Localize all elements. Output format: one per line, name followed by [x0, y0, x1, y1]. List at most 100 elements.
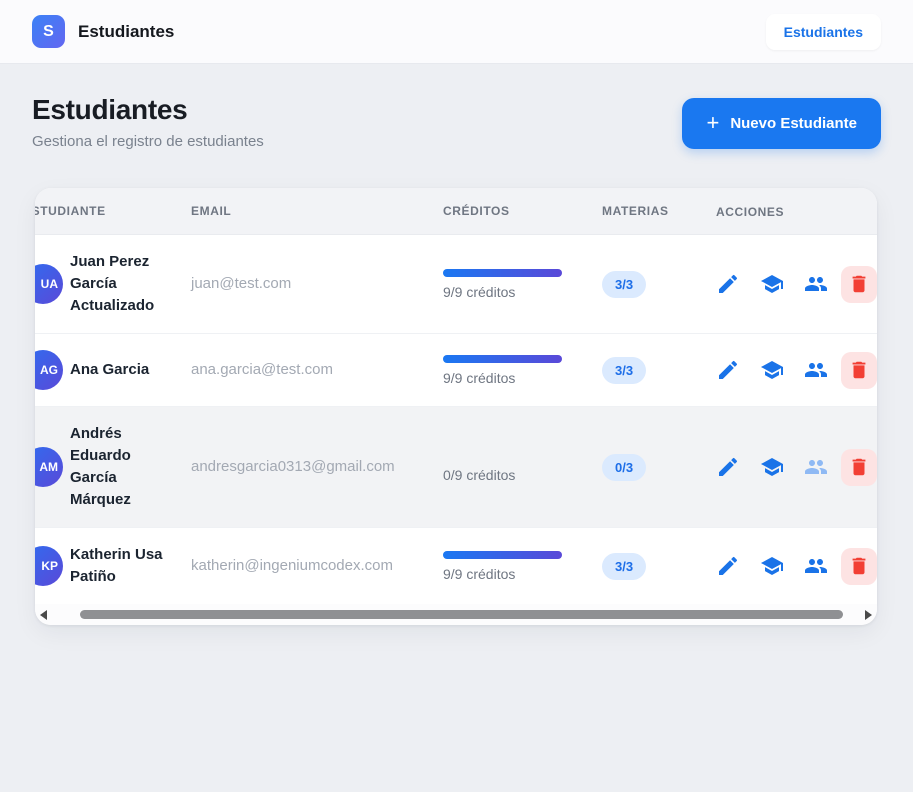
subjects-badge: 3/3	[602, 271, 646, 298]
groups-button[interactable]	[804, 272, 828, 296]
student-name: Ana Garcia	[70, 359, 181, 381]
edit-button[interactable]	[716, 272, 740, 296]
people-icon	[804, 554, 828, 578]
app-logo: S	[32, 15, 65, 48]
graduation-cap-icon	[760, 455, 784, 479]
email-cell: juan@test.com	[191, 275, 443, 293]
edit-button[interactable]	[716, 455, 740, 479]
groups-button[interactable]	[804, 455, 828, 479]
subjects-button[interactable]	[760, 272, 784, 296]
horizontal-scrollbar[interactable]	[35, 604, 877, 625]
plus-icon: +	[706, 112, 719, 134]
actions-cell	[708, 266, 877, 303]
subjects-cell: 0/3	[602, 454, 708, 481]
table-row: AG Ana Garcia ana.garcia@test.com 9/9 cr…	[35, 334, 877, 407]
email-cell: ana.garcia@test.com	[191, 361, 443, 379]
pencil-icon	[716, 455, 740, 479]
groups-button[interactable]	[804, 554, 828, 578]
edit-button[interactable]	[716, 554, 740, 578]
credits-cell: 9/9 créditos	[443, 355, 602, 386]
app-header: S Estudiantes Estudiantes	[0, 0, 913, 64]
delete-button[interactable]	[841, 352, 877, 389]
subjects-button[interactable]	[760, 455, 784, 479]
actions-cell	[708, 352, 877, 389]
nav-link-estudiantes[interactable]: Estudiantes	[766, 14, 881, 50]
column-header-actions: ACCIONES	[708, 188, 877, 234]
student-email: katherin@ingeniumcodex.com	[191, 557, 393, 574]
student-name: Juan Perez García Actualizado	[70, 251, 181, 317]
credits-label: 0/9 créditos	[443, 467, 602, 483]
groups-button[interactable]	[804, 358, 828, 382]
scroll-left-arrow-icon[interactable]	[40, 610, 47, 620]
student-name: Andrés Eduardo García Márquez	[70, 423, 181, 511]
pencil-icon	[716, 358, 740, 382]
app-title: Estudiantes	[78, 22, 174, 42]
avatar: AM	[35, 447, 63, 487]
email-cell: andresgarcia0313@gmail.com	[191, 458, 443, 476]
student-email: juan@test.com	[191, 275, 291, 292]
graduation-cap-icon	[760, 272, 784, 296]
scrollbar-thumb[interactable]	[80, 610, 843, 619]
student-cell: AM Andrés Eduardo García Márquez	[35, 407, 191, 527]
graduation-cap-icon	[760, 358, 784, 382]
credits-progress-track	[443, 355, 562, 363]
column-header-credits: CRÉDITOS	[443, 188, 602, 234]
students-table-card: ESTUDIANTE EMAIL CRÉDITOS MATERIAS ACCIO…	[35, 188, 877, 625]
subjects-cell: 3/3	[602, 357, 708, 384]
student-cell: UA Juan Perez García Actualizado	[35, 235, 191, 333]
new-student-button-label: Nuevo Estudiante	[730, 115, 857, 132]
email-cell: katherin@ingeniumcodex.com	[191, 557, 443, 575]
new-student-button[interactable]: + Nuevo Estudiante	[682, 98, 881, 149]
credits-label: 9/9 créditos	[443, 284, 602, 300]
subjects-badge: 3/3	[602, 553, 646, 580]
graduation-cap-icon	[760, 554, 784, 578]
people-icon	[804, 272, 828, 296]
student-cell: AG Ana Garcia	[35, 334, 191, 406]
credits-cell: 9/9 créditos	[443, 551, 602, 582]
credits-progress-bar	[443, 355, 562, 363]
table-scroll-content: ESTUDIANTE EMAIL CRÉDITOS MATERIAS ACCIO…	[35, 188, 877, 604]
brand: S Estudiantes	[32, 15, 174, 48]
scroll-right-arrow-icon[interactable]	[865, 610, 872, 620]
page-heading-block: Estudiantes Gestiona el registro de estu…	[32, 94, 264, 150]
subjects-cell: 3/3	[602, 271, 708, 298]
delete-button[interactable]	[841, 266, 877, 303]
table-scroll-viewport: ESTUDIANTE EMAIL CRÉDITOS MATERIAS ACCIO…	[35, 188, 877, 604]
subjects-badge: 3/3	[602, 357, 646, 384]
subjects-button[interactable]	[760, 358, 784, 382]
subjects-badge: 0/3	[602, 454, 646, 481]
edit-button[interactable]	[716, 358, 740, 382]
actions-cell	[708, 548, 877, 585]
table-row: KP Katherin Usa Patiño katherin@ingenium…	[35, 528, 877, 604]
avatar: AG	[35, 350, 63, 390]
column-header-email: EMAIL	[191, 188, 443, 234]
delete-button[interactable]	[841, 449, 877, 486]
credits-progress-track	[443, 551, 562, 559]
trash-icon	[848, 273, 870, 295]
page-title: Estudiantes	[32, 94, 264, 126]
page-head: Estudiantes Gestiona el registro de estu…	[32, 94, 881, 150]
people-icon	[804, 455, 828, 479]
credits-progress-bar	[443, 269, 562, 277]
table-row: UA Juan Perez García Actualizado juan@te…	[35, 235, 877, 334]
student-email: ana.garcia@test.com	[191, 361, 333, 378]
actions-cell	[708, 449, 877, 486]
column-header-student: ESTUDIANTE	[35, 188, 191, 234]
page-subtitle: Gestiona el registro de estudiantes	[32, 133, 264, 150]
credits-progress-bar	[443, 551, 562, 559]
pencil-icon	[716, 554, 740, 578]
avatar: UA	[35, 264, 63, 304]
avatar: KP	[35, 546, 63, 586]
column-header-subjects: MATERIAS	[602, 188, 708, 234]
subjects-button[interactable]	[760, 554, 784, 578]
trash-icon	[848, 359, 870, 381]
people-icon	[804, 358, 828, 382]
credits-progress-track	[443, 452, 562, 460]
trash-icon	[848, 555, 870, 577]
credits-cell: 9/9 créditos	[443, 269, 602, 300]
credits-label: 9/9 créditos	[443, 566, 602, 582]
page-content: Estudiantes Gestiona el registro de estu…	[0, 64, 913, 625]
student-cell: KP Katherin Usa Patiño	[35, 528, 191, 604]
table-row: AM Andrés Eduardo García Márquez andresg…	[35, 407, 877, 528]
delete-button[interactable]	[841, 548, 877, 585]
